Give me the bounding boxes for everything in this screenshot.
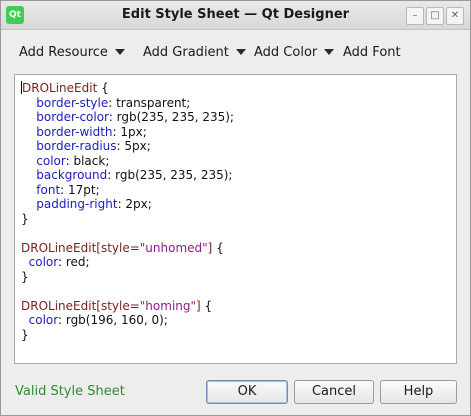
help-button[interactable]: Help [380,380,457,404]
close-brace: } [21,269,29,284]
window-title: Edit Style Sheet — Qt Designer [121,7,350,22]
property-value: : black; [65,153,110,168]
style-sheet-editor[interactable]: DROLineEdit { border-style: transparent;… [14,74,457,364]
add-gradient-label: Add Gradient [143,45,229,60]
property-value: : 2px; [117,197,152,211]
code-text[interactable]: DROLineEdit { border-style: transparent;… [21,81,234,342]
add-font-label: Add Font [343,45,401,60]
open-brace: { [212,240,224,255]
add-resource-label: Add Resource [19,45,108,60]
property-value: : 1px; [112,124,147,139]
validity-status: Valid Style Sheet [15,384,125,399]
property-name: border-radius [36,139,117,153]
property-name: background [36,168,108,182]
close-brace: } [21,211,29,226]
property-name: border-style [36,95,109,110]
edit-style-sheet-dialog: Qt Edit Style Sheet — Qt Designer – □ ✕ … [0,0,471,416]
property-name: font [36,182,61,197]
property-value: : rgb(196, 160, 0); [57,313,168,327]
chevron-down-icon[interactable] [235,48,246,55]
open-brace: { [97,81,109,95]
property-name: padding-right [36,197,118,211]
selector-3: DROLineEdit[style= [21,298,140,313]
selector-1: DROLineEdit [22,81,98,95]
property-name: border-width [36,124,113,139]
property-name: color [28,255,58,269]
property-name: border-color [36,110,109,124]
chevron-down-icon[interactable] [324,48,335,55]
chevron-down-icon[interactable] [114,48,125,55]
property-value: : transparent; [108,95,191,110]
property-value: : rgb(235, 235, 235); [108,110,234,124]
open-brace: { [200,298,213,313]
add-resource-button[interactable]: Add Resource [19,45,125,60]
selector-2: DROLineEdit[style= [21,240,140,255]
property-value: : 5px; [116,139,151,153]
add-color-button[interactable]: Add Color [254,45,335,60]
property-name: color [36,153,66,168]
property-value: : 17pt; [60,182,100,197]
cancel-button[interactable]: Cancel [294,380,374,404]
attribute-string: "unhomed" [139,240,208,255]
close-icon[interactable]: ✕ [446,7,464,25]
ok-button[interactable]: OK [206,380,288,404]
add-color-label: Add Color [254,45,318,60]
property-value: : red; [57,255,90,269]
attribute-string: "homing" [139,298,197,313]
property-name: color [28,313,58,327]
maximize-icon[interactable]: □ [426,7,444,25]
add-gradient-button[interactable]: Add Gradient [143,45,246,60]
title-bar[interactable]: Qt Edit Style Sheet — Qt Designer – □ ✕ [1,1,470,30]
close-brace: } [21,327,29,342]
property-value: : rgb(235, 235, 235); [107,168,233,182]
minimize-icon[interactable]: – [406,7,424,25]
add-font-button[interactable]: Add Font [343,45,401,60]
